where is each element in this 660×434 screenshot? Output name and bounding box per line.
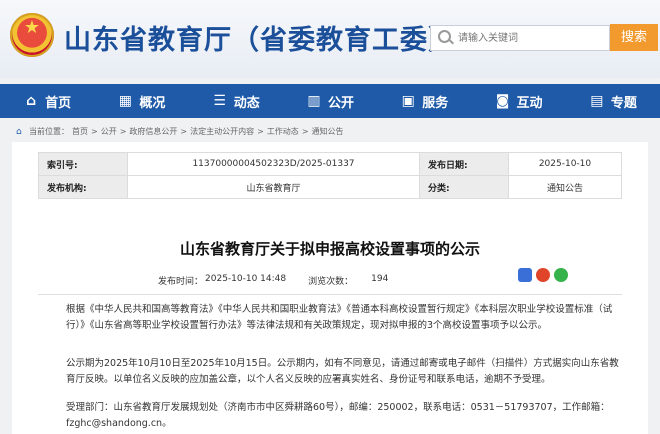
- book-icon: ▥: [307, 93, 321, 109]
- search-input[interactable]: [456, 26, 608, 50]
- breadcrumb-link[interactable]: 政府信息公开: [129, 126, 177, 137]
- publish-time: 2025-10-10 14:48: [205, 274, 287, 284]
- article-paragraph: 公示期为2025年10月10日至2025年10月15日。公示期内，如有不同意见，…: [66, 358, 619, 385]
- article-paragraph: 根据《中华人民共和国高等教育法》《中华人民共和国职业教育法》《普通本科高校设置暂…: [66, 304, 613, 331]
- site-title[interactable]: 山东省教育厅（省委教育工委）: [64, 18, 456, 57]
- date-label: 发布日期:: [418, 152, 509, 176]
- breadcrumb: ⌂ 当前位置： 首页 > 公开 > 政府信息公开 > 法定主动公开内容 > 工作动态 > …: [16, 126, 344, 137]
- org-value: 山东省教育厅: [127, 175, 420, 199]
- article-paragraph: 受理部门：山东省教育厅发展规划处（济南市市中区舜耕路60号），邮编：250002…: [66, 402, 610, 429]
- qzone-share-icon[interactable]: [518, 268, 532, 282]
- breadcrumb-link[interactable]: 首页: [72, 126, 88, 137]
- nav-item-news[interactable]: ☰ 动态: [189, 84, 283, 118]
- category-label: 分类:: [418, 175, 509, 199]
- share-icons: [518, 268, 568, 282]
- publish-info: 发布时间： 2025-10-10 14:48 浏览次数： 194: [158, 274, 388, 287]
- main-nav: ⌂ 首页 ▦ 概况 ☰ 动态 ▥ 公开 ▣ 服务 ◙ 互动 ▤ 专题: [0, 84, 660, 118]
- org-label: 发布机构:: [38, 175, 128, 199]
- search-button[interactable]: 搜索: [610, 24, 658, 51]
- nav-item-public[interactable]: ▥ 公开: [283, 84, 377, 118]
- divider: [38, 294, 622, 295]
- breadcrumb-link[interactable]: 通知公告: [312, 126, 344, 137]
- weibo-share-icon[interactable]: [536, 268, 550, 282]
- views-label: 浏览次数：: [308, 277, 354, 287]
- nav-item-topics[interactable]: ▤ 专题: [566, 84, 660, 118]
- nav-item-home[interactable]: ⌂ 首页: [0, 84, 94, 118]
- article-card: 索引号: 11370000004502323D/2025-01337 发布日期:…: [12, 142, 648, 434]
- publish-time-label: 发布时间：: [158, 277, 204, 287]
- news-icon: ☰: [213, 93, 226, 109]
- breadcrumb-link[interactable]: 公开: [101, 126, 117, 137]
- wechat-share-icon[interactable]: [554, 268, 568, 282]
- breadcrumb-link[interactable]: 工作动态: [267, 126, 299, 137]
- nav-item-overview[interactable]: ▦ 概况: [94, 84, 188, 118]
- index-value: 11370000004502323D/2025-01337: [127, 152, 420, 176]
- site-header: ★ 山东省教育厅（省委教育工委） 搜索: [0, 0, 660, 78]
- breadcrumb-link[interactable]: 法定主动公开内容: [190, 126, 254, 137]
- breadcrumb-prefix: 当前位置：: [29, 127, 69, 136]
- search-icon: [438, 30, 451, 43]
- metadata-table: 索引号: 11370000004502323D/2025-01337 发布日期:…: [38, 152, 623, 199]
- document-icon: ▤: [590, 93, 604, 109]
- home-icon: ⌂: [26, 93, 37, 109]
- views-count: 194: [371, 274, 389, 284]
- nav-item-service[interactable]: ▣ 服务: [377, 84, 471, 118]
- chat-icon: ◙: [495, 93, 510, 109]
- index-label: 索引号:: [38, 152, 128, 176]
- date-value: 2025-10-10: [507, 152, 623, 176]
- service-icon: ▣: [401, 93, 415, 109]
- article-title: 山东省教育厅关于拟申报高校设置事项的公示: [179, 240, 480, 258]
- building-icon: ▦: [118, 93, 133, 109]
- location-icon: ⌂: [16, 126, 22, 137]
- national-emblem-icon: ★: [10, 13, 54, 57]
- nav-item-interact[interactable]: ◙ 互动: [471, 84, 565, 118]
- category-value: 通知公告: [507, 175, 623, 199]
